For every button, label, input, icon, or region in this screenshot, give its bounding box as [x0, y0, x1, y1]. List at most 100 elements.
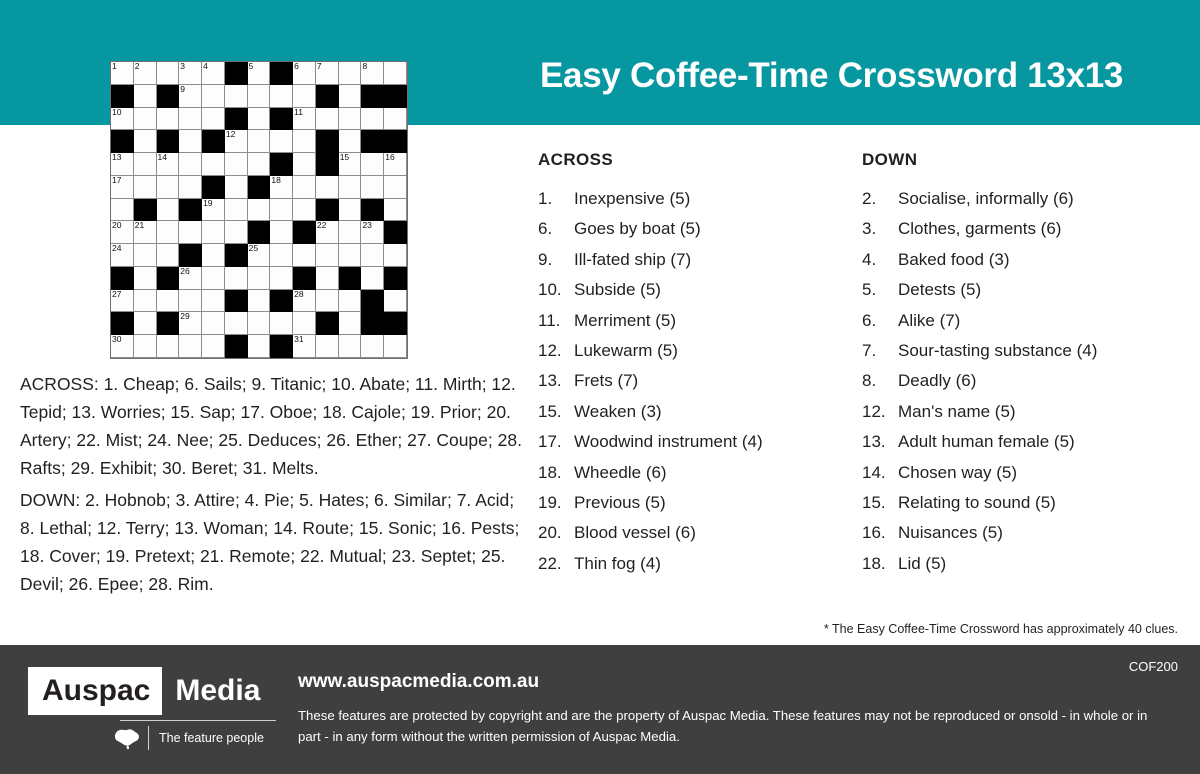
grid-cell[interactable]: [156, 198, 180, 222]
grid-cell[interactable]: [384, 107, 407, 131]
grid-cell[interactable]: [361, 244, 385, 267]
down-clue-row[interactable]: 18. Lid (5): [862, 549, 1192, 579]
grid-cell[interactable]: 31: [293, 334, 316, 358]
grid-cell[interactable]: [315, 289, 339, 313]
down-clue-row[interactable]: 6. Alike (7): [862, 306, 1192, 336]
grid-cell[interactable]: 7: [315, 61, 339, 85]
crossword-grid-cells[interactable]: 1 2 3 4 5 6 7 8 9 10 11 12 13 14 15 16 17 18 19 20 21 22 23 24 2…: [111, 61, 407, 358]
grid-cell[interactable]: [133, 244, 157, 267]
grid-cell[interactable]: 3: [179, 61, 203, 85]
grid-cell[interactable]: [338, 198, 362, 222]
grid-cell[interactable]: [224, 198, 248, 222]
grid-cell[interactable]: [338, 312, 362, 336]
grid-cell[interactable]: 19: [202, 198, 225, 222]
grid-cell[interactable]: [156, 244, 180, 267]
grid-cell[interactable]: [338, 335, 362, 358]
grid-cell[interactable]: [293, 198, 316, 222]
across-clue-row[interactable]: 19. Previous (5): [538, 488, 858, 518]
grid-cell[interactable]: [133, 335, 157, 358]
down-clue-row[interactable]: 13. Adult human female (5): [862, 427, 1192, 457]
grid-cell[interactable]: 4: [202, 61, 225, 85]
grid-cell[interactable]: 8: [361, 61, 385, 85]
grid-cell[interactable]: 30: [111, 334, 134, 358]
grid-cell[interactable]: [111, 198, 134, 222]
grid-cell[interactable]: [133, 175, 157, 199]
grid-cell[interactable]: [224, 266, 248, 290]
across-clue-row[interactable]: 17. Woodwind instrument (4): [538, 427, 858, 457]
grid-cell[interactable]: [224, 175, 248, 199]
grid-cell[interactable]: [338, 62, 362, 85]
grid-cell[interactable]: [179, 221, 203, 245]
grid-cell[interactable]: [202, 335, 225, 358]
grid-cell[interactable]: [202, 266, 225, 290]
grid-cell[interactable]: [315, 107, 339, 131]
grid-cell[interactable]: [338, 289, 362, 313]
grid-cell[interactable]: [156, 107, 180, 131]
grid-cell[interactable]: [270, 130, 294, 154]
grid-cell[interactable]: 1: [111, 61, 134, 85]
grid-cell[interactable]: [247, 84, 271, 108]
grid-cell[interactable]: [202, 289, 225, 313]
grid-cell[interactable]: [156, 289, 180, 313]
grid-cell[interactable]: [270, 221, 294, 245]
grid-cell[interactable]: [224, 153, 248, 176]
across-clue-row[interactable]: 12. Lukewarm (5): [538, 336, 858, 366]
grid-cell[interactable]: [384, 62, 407, 85]
grid-cell[interactable]: [247, 153, 271, 176]
grid-cell[interactable]: 15: [338, 152, 362, 176]
grid-cell[interactable]: [247, 312, 271, 336]
down-clue-row[interactable]: 8. Deadly (6): [862, 366, 1192, 396]
grid-cell[interactable]: 18: [270, 175, 294, 199]
grid-cell[interactable]: 28: [293, 289, 316, 313]
grid-cell[interactable]: [179, 289, 203, 313]
grid-cell[interactable]: [224, 312, 248, 336]
grid-cell[interactable]: 20: [111, 220, 134, 245]
grid-cell[interactable]: [247, 130, 271, 154]
grid-cell[interactable]: [338, 84, 362, 108]
grid-cell[interactable]: [247, 198, 271, 222]
grid-cell[interactable]: [361, 335, 385, 358]
grid-cell[interactable]: 26: [179, 266, 203, 290]
grid-cell[interactable]: [224, 221, 248, 245]
down-clue-row[interactable]: 5. Detests (5): [862, 275, 1192, 305]
grid-cell[interactable]: 12: [224, 129, 248, 154]
grid-cell[interactable]: 25: [247, 243, 271, 267]
grid-cell[interactable]: 13: [111, 152, 134, 176]
grid-cell[interactable]: [361, 107, 385, 131]
grid-cell[interactable]: [270, 84, 294, 108]
grid-cell[interactable]: [156, 335, 180, 358]
across-clue-row[interactable]: 22. Thin fog (4): [538, 549, 858, 579]
grid-cell[interactable]: [293, 175, 316, 199]
grid-cell[interactable]: 24: [111, 243, 134, 267]
grid-cell[interactable]: [315, 244, 339, 267]
grid-cell[interactable]: [384, 175, 407, 199]
down-clue-row[interactable]: 15. Relating to sound (5): [862, 488, 1192, 518]
grid-cell[interactable]: 9: [179, 84, 203, 108]
grid-cell[interactable]: [361, 175, 385, 199]
grid-cell[interactable]: [293, 84, 316, 108]
grid-cell[interactable]: [361, 266, 385, 290]
grid-cell[interactable]: [133, 153, 157, 176]
across-clue-row[interactable]: 10. Subside (5): [538, 275, 858, 305]
grid-cell[interactable]: [338, 130, 362, 154]
grid-cell[interactable]: [293, 153, 316, 176]
grid-cell[interactable]: [338, 244, 362, 267]
grid-cell[interactable]: [270, 244, 294, 267]
grid-cell[interactable]: 16: [384, 152, 407, 176]
grid-cell[interactable]: [179, 153, 203, 176]
across-clue-row[interactable]: 13. Frets (7): [538, 366, 858, 396]
grid-cell[interactable]: [315, 335, 339, 358]
across-clue-row[interactable]: 9. Ill-fated ship (7): [538, 245, 858, 275]
grid-cell[interactable]: [384, 198, 407, 222]
grid-cell[interactable]: [384, 244, 407, 267]
grid-cell[interactable]: [179, 130, 203, 154]
grid-cell[interactable]: [202, 153, 225, 176]
grid-cell[interactable]: [133, 84, 157, 108]
grid-cell[interactable]: [247, 335, 271, 358]
grid-cell[interactable]: [293, 244, 316, 267]
down-clue-row[interactable]: 7. Sour-tasting substance (4): [862, 336, 1192, 366]
grid-cell[interactable]: [156, 221, 180, 245]
grid-cell[interactable]: [224, 84, 248, 108]
down-clue-row[interactable]: 12. Man's name (5): [862, 397, 1192, 427]
grid-cell[interactable]: 6: [293, 61, 316, 85]
